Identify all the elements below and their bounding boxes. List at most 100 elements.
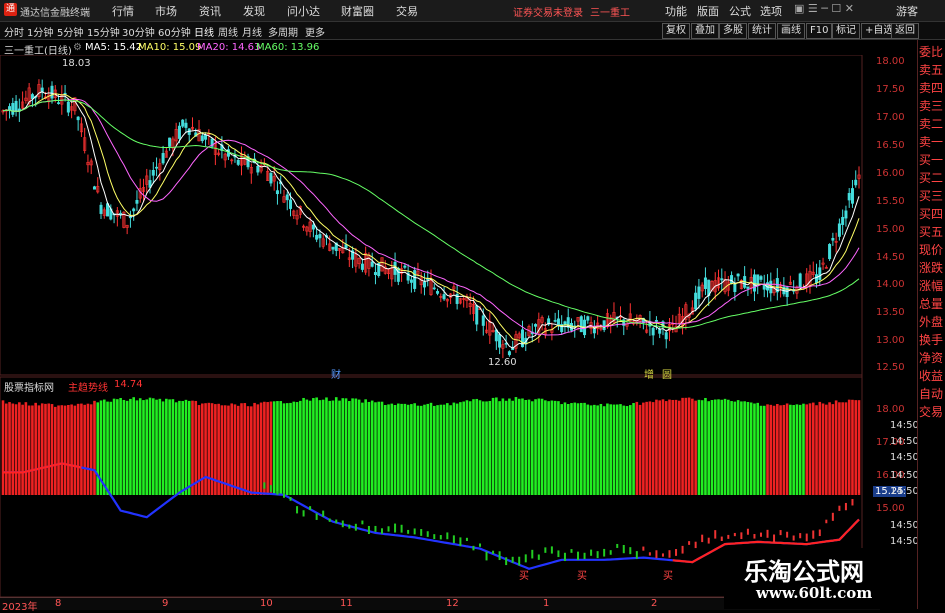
signal-bar <box>266 402 269 495</box>
side-label: 卖二 <box>919 117 944 131</box>
tab-more[interactable]: 更多 <box>305 24 325 39</box>
y-tick: 15.00 <box>876 224 905 235</box>
y-tick: 12.50 <box>876 362 905 373</box>
signal-bar <box>312 398 315 495</box>
signal-bar <box>818 401 822 495</box>
y-tick: 18.00 <box>876 56 905 67</box>
signal-bar <box>527 399 531 495</box>
signal-bar <box>697 399 701 495</box>
signal-bar <box>210 403 214 495</box>
signal-bar <box>570 403 573 495</box>
adjust-button[interactable]: 复权 <box>662 23 690 39</box>
menu-ask[interactable]: 问小达 <box>287 3 320 19</box>
tab-weekly[interactable]: 周线 <box>218 24 238 39</box>
tab-intraday[interactable]: 分时 <box>4 24 24 39</box>
sub-candle <box>276 490 279 495</box>
window-icons[interactable]: ▣ ☰ ─ ☐ ✕ <box>794 2 854 15</box>
signal-bar <box>383 404 387 495</box>
signal-bar <box>593 404 596 495</box>
signal-bar <box>338 400 341 495</box>
signal-bar <box>400 403 403 495</box>
sub-candle <box>577 551 580 561</box>
menu-market[interactable]: 市场 <box>155 3 177 19</box>
signal-bar <box>658 400 662 495</box>
signal-bar <box>168 399 171 495</box>
sub-candle <box>322 510 325 517</box>
sub-candle <box>838 505 841 511</box>
sub-candle <box>681 545 684 554</box>
tab-monthly[interactable]: 月线 <box>242 24 262 39</box>
signal-bar <box>720 399 724 495</box>
login-status[interactable]: 证券交易未登录 <box>513 4 583 19</box>
sub-candle <box>642 546 645 551</box>
signal-bar <box>446 403 449 495</box>
menu-layout[interactable]: 版面 <box>697 3 719 19</box>
chart-canvas[interactable] <box>0 55 917 597</box>
signal-bar <box>798 404 802 495</box>
menu-discover[interactable]: 发现 <box>243 3 265 19</box>
signal-bar <box>736 400 740 495</box>
signal-bar <box>357 399 361 495</box>
settings-gear-icon[interactable]: ⚙ <box>73 42 82 53</box>
signal-bar <box>805 404 809 495</box>
guest-user[interactable]: 游客 <box>896 3 918 19</box>
back-button[interactable]: 返回 <box>891 23 919 39</box>
sub-candle <box>773 534 776 544</box>
menu-options[interactable]: 选项 <box>760 3 782 19</box>
menu-news[interactable]: 资讯 <box>199 3 221 19</box>
candle-body <box>177 125 181 139</box>
tab-30min[interactable]: 30分钟 <box>122 24 155 39</box>
menu-bar: 通 通达信金融终端 行情 市场 资讯 发现 问小达 财富圈 交易 证券交易未登录… <box>0 0 945 22</box>
buy-signal: 买 <box>519 571 529 582</box>
candle-body <box>413 270 417 289</box>
sub-candle <box>348 524 351 529</box>
candle-body <box>57 102 61 104</box>
signal-bar <box>47 403 51 495</box>
menu-wealth[interactable]: 财富圈 <box>341 3 374 19</box>
menu-formula[interactable]: 公式 <box>729 3 751 19</box>
signal-bar <box>44 403 47 495</box>
signal-bar <box>851 399 854 495</box>
signal-bar <box>125 400 129 495</box>
candle-body <box>436 291 440 294</box>
candle-body <box>135 199 139 204</box>
signal-bar <box>743 401 746 495</box>
mark-button[interactable]: 标记 <box>832 23 860 39</box>
tab-15min[interactable]: 15分钟 <box>87 24 120 39</box>
signal-bar <box>344 398 348 495</box>
signal-bar <box>684 397 688 495</box>
signal-bar <box>831 404 835 495</box>
date-tick: 2 <box>651 598 658 609</box>
signal-bar <box>308 400 312 495</box>
draw-button[interactable]: 画线 <box>777 23 805 39</box>
menu-market-quotes[interactable]: 行情 <box>112 3 134 19</box>
signal-bar <box>1 400 5 495</box>
signal-bar <box>4 403 8 495</box>
f10-button[interactable]: F10 <box>806 23 833 39</box>
tab-60min[interactable]: 60分钟 <box>158 24 191 39</box>
sub-candle <box>844 502 847 511</box>
stats-button[interactable]: 统计 <box>748 23 776 39</box>
signal-bar <box>632 403 635 495</box>
tab-multi-period[interactable]: 多周期 <box>268 24 298 39</box>
menu-functions[interactable]: 功能 <box>665 3 687 19</box>
overlay-button[interactable]: 叠加 <box>691 23 719 39</box>
tab-daily[interactable]: 日线 <box>194 24 214 39</box>
signal-bar <box>60 405 64 495</box>
sub-candle <box>805 533 808 542</box>
sub-candle <box>570 549 573 553</box>
signal-bar <box>498 401 501 495</box>
tab-1min[interactable]: 1分钟 <box>27 24 53 39</box>
signal-bar <box>53 406 57 495</box>
signal-bar <box>40 403 44 495</box>
signal-bar <box>223 405 227 495</box>
signal-bar <box>174 402 178 495</box>
candle-body <box>289 199 293 209</box>
signal-bar <box>119 397 122 495</box>
signal-bar <box>609 404 612 495</box>
menu-trade[interactable]: 交易 <box>396 3 418 19</box>
signal-bar <box>579 402 583 495</box>
multi-stock-button[interactable]: 多股 <box>719 23 747 39</box>
candle-body <box>11 103 15 115</box>
tab-5min[interactable]: 5分钟 <box>57 24 83 39</box>
